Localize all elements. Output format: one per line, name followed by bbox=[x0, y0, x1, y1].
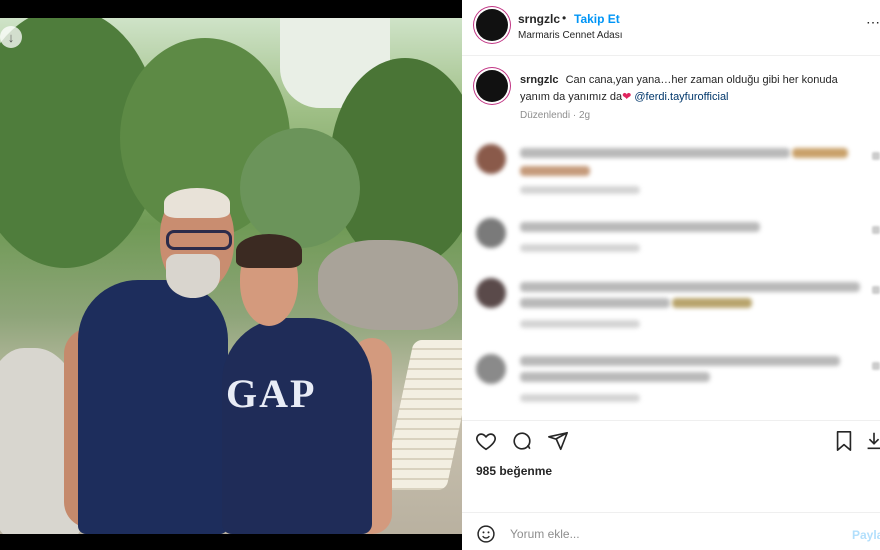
rock bbox=[318, 240, 458, 330]
more-icon[interactable]: ⋯ bbox=[866, 14, 880, 31]
screenshot-frame: GAP ↓ srngzlc • Takip Et Marmaris Cennet… bbox=[0, 0, 880, 550]
separator-dot: • bbox=[562, 11, 567, 25]
list-item bbox=[462, 142, 880, 204]
blurred-meta bbox=[520, 244, 640, 252]
avatar[interactable] bbox=[476, 9, 508, 41]
list-item bbox=[462, 216, 880, 278]
comment-heart-icon[interactable] bbox=[872, 286, 880, 294]
comment-input[interactable] bbox=[510, 521, 830, 547]
blurred-meta bbox=[520, 186, 640, 194]
post-panel: srngzlc • Takip Et Marmaris Cennet Adası… bbox=[462, 0, 880, 550]
man-shirt bbox=[78, 280, 228, 534]
edited-label: Düzenlendi bbox=[520, 110, 571, 121]
caption-text: srngzlc Can cana,yan yana…her zaman oldu… bbox=[520, 72, 870, 106]
download-icon[interactable] bbox=[862, 429, 880, 453]
post-header: srngzlc • Takip Et Marmaris Cennet Adası… bbox=[462, 0, 880, 56]
comment-composer: Paylaş bbox=[462, 512, 880, 550]
action-bar bbox=[462, 420, 880, 460]
woman-shirt bbox=[222, 318, 372, 534]
comment-heart-icon[interactable] bbox=[872, 226, 880, 234]
blurred-meta bbox=[520, 394, 640, 402]
location[interactable]: Marmaris Cennet Adası bbox=[518, 30, 623, 41]
blurred-text bbox=[520, 166, 590, 176]
edited-age: 2g bbox=[578, 110, 591, 121]
lounge-chair bbox=[382, 340, 462, 490]
emoji-icon[interactable] bbox=[476, 524, 496, 544]
blurred-text bbox=[520, 372, 710, 382]
man-beard bbox=[166, 254, 220, 298]
follow-button[interactable]: Takip Et bbox=[574, 12, 620, 26]
woman-hair bbox=[236, 234, 302, 268]
post-photo[interactable]: GAP ↓ bbox=[0, 18, 462, 534]
man-hair bbox=[164, 188, 230, 218]
caption-username[interactable]: srngzlc bbox=[520, 74, 559, 86]
blurred-text bbox=[520, 222, 760, 232]
likes-count[interactable]: 985 beğenme bbox=[476, 464, 552, 478]
heart-icon[interactable] bbox=[474, 429, 498, 453]
share-icon[interactable] bbox=[546, 429, 570, 453]
blurred-emoji bbox=[792, 148, 848, 158]
blurred-emoji bbox=[672, 298, 752, 308]
comment-icon[interactable] bbox=[510, 429, 534, 453]
comment-avatar[interactable] bbox=[476, 278, 506, 308]
comment-avatar[interactable] bbox=[476, 218, 506, 248]
username[interactable]: srngzlc bbox=[518, 12, 560, 26]
bookmark-icon[interactable] bbox=[832, 429, 856, 453]
red-heart-icon: ❤ bbox=[622, 91, 632, 103]
tree bbox=[240, 128, 360, 248]
comment-heart-icon[interactable] bbox=[872, 362, 880, 370]
edited-meta: Düzenlendi · 2g bbox=[520, 110, 590, 121]
blurred-text bbox=[520, 298, 670, 308]
download-circle-icon[interactable]: ↓ bbox=[0, 26, 22, 48]
comment-heart-icon[interactable] bbox=[872, 152, 880, 160]
blurred-text bbox=[520, 148, 790, 158]
blurred-meta bbox=[520, 320, 640, 328]
blurred-text bbox=[520, 356, 840, 366]
list-item bbox=[462, 276, 880, 338]
list-item bbox=[462, 352, 880, 414]
comment-avatar[interactable] bbox=[476, 354, 506, 384]
post-button[interactable]: Paylaş bbox=[852, 528, 880, 542]
blurred-text bbox=[520, 282, 860, 292]
caption-avatar[interactable] bbox=[476, 70, 508, 102]
shirt-logo: GAP bbox=[226, 371, 317, 416]
glasses bbox=[166, 230, 232, 250]
caption-mention[interactable]: @ferdi.tayfurofficial bbox=[634, 91, 728, 103]
comment-avatar[interactable] bbox=[476, 144, 506, 174]
